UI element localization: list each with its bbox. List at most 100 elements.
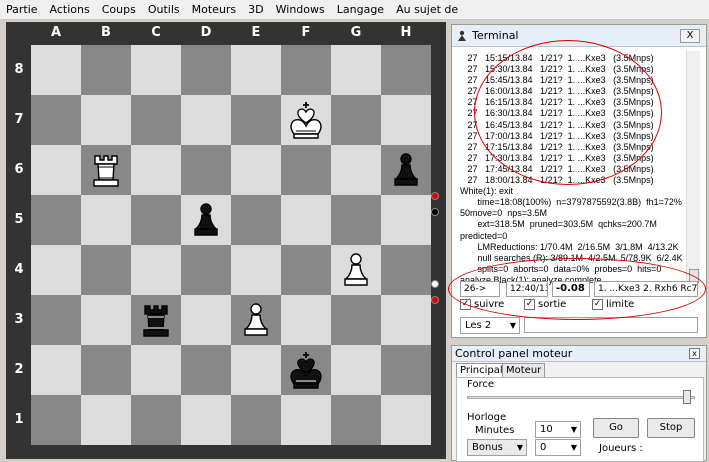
square-h6[interactable] <box>381 145 431 195</box>
square-b1[interactable] <box>81 395 131 445</box>
square-c7[interactable] <box>131 95 181 145</box>
square-c1[interactable] <box>131 395 181 445</box>
force-slider[interactable] <box>467 396 695 399</box>
square-g2[interactable] <box>331 345 381 395</box>
black-rook-icon[interactable] <box>134 298 178 342</box>
force-slider-thumb[interactable] <box>683 390 691 404</box>
square-f6[interactable] <box>281 145 331 195</box>
square-a6[interactable] <box>31 145 81 195</box>
square-a8[interactable] <box>31 45 81 95</box>
square-f5[interactable] <box>281 195 331 245</box>
square-c5[interactable] <box>131 195 181 245</box>
square-h3[interactable] <box>381 295 431 345</box>
square-g8[interactable] <box>331 45 381 95</box>
square-b7[interactable] <box>81 95 131 145</box>
menu-item-windows[interactable]: Windows <box>270 0 331 20</box>
square-d3[interactable] <box>181 295 231 345</box>
square-f4[interactable] <box>281 245 331 295</box>
bonus-select[interactable]: Bonus ▼ <box>467 439 527 456</box>
square-d4[interactable] <box>181 245 231 295</box>
minutes-select[interactable]: 10 ▼ <box>535 421 581 438</box>
chess-board[interactable] <box>31 45 431 445</box>
square-a5[interactable] <box>31 195 81 245</box>
square-d6[interactable] <box>181 145 231 195</box>
go-button[interactable]: Go <box>593 418 639 438</box>
square-c8[interactable] <box>131 45 181 95</box>
square-g6[interactable] <box>331 145 381 195</box>
black-pawn-icon[interactable] <box>384 148 428 192</box>
square-h2[interactable] <box>381 345 431 395</box>
square-a7[interactable] <box>31 95 81 145</box>
menu-item-actions[interactable]: Actions <box>44 0 96 20</box>
square-b6[interactable] <box>81 145 131 195</box>
square-e7[interactable] <box>231 95 281 145</box>
black-pawn-icon[interactable] <box>184 198 228 242</box>
square-e2[interactable] <box>231 345 281 395</box>
square-d5[interactable] <box>181 195 231 245</box>
white-king-icon[interactable] <box>284 98 328 142</box>
limite-checkbox[interactable]: ✓ limite <box>592 299 634 310</box>
log-line: 27 18:00/13.84 1/21? 1. ...Kxe3 (3.5Mnps… <box>460 175 654 186</box>
square-e6[interactable] <box>231 145 281 195</box>
square-d7[interactable] <box>181 95 231 145</box>
menu-item-partie[interactable]: Partie <box>0 0 44 20</box>
square-c4[interactable] <box>131 245 181 295</box>
square-d2[interactable] <box>181 345 231 395</box>
stop-button[interactable]: Stop <box>647 418 695 438</box>
command-input[interactable] <box>524 317 698 333</box>
square-f1[interactable] <box>281 395 331 445</box>
suivre-checkbox[interactable]: ✓ suivre <box>460 299 504 310</box>
file-label: H <box>400 25 412 40</box>
square-d1[interactable] <box>181 395 231 445</box>
square-a3[interactable] <box>31 295 81 345</box>
sortie-checkbox[interactable]: ✓ sortie <box>524 299 566 310</box>
square-c2[interactable] <box>131 345 181 395</box>
tab-moteur[interactable]: Moteur <box>502 363 546 377</box>
square-e8[interactable] <box>231 45 281 95</box>
square-h4[interactable] <box>381 245 431 295</box>
close-icon[interactable]: x <box>689 348 700 359</box>
menu-item-coups[interactable]: Coups <box>96 0 142 20</box>
black-king-icon[interactable] <box>284 348 328 392</box>
square-g4[interactable] <box>331 245 381 295</box>
square-f8[interactable] <box>281 45 331 95</box>
bonus-value-select[interactable]: 0 ▼ <box>535 439 581 456</box>
square-g7[interactable] <box>331 95 381 145</box>
square-g3[interactable] <box>331 295 381 345</box>
square-g5[interactable] <box>331 195 381 245</box>
square-g1[interactable] <box>331 395 381 445</box>
square-d8[interactable] <box>181 45 231 95</box>
white-pawn-icon[interactable] <box>334 248 378 292</box>
white-rook-icon[interactable] <box>84 148 128 192</box>
close-icon[interactable]: X <box>680 29 700 43</box>
square-h8[interactable] <box>381 45 431 95</box>
menu-item-3d[interactable]: 3D <box>242 0 269 20</box>
square-h5[interactable] <box>381 195 431 245</box>
square-h1[interactable] <box>381 395 431 445</box>
square-b8[interactable] <box>81 45 131 95</box>
square-b4[interactable] <box>81 245 131 295</box>
square-f2[interactable] <box>281 345 331 395</box>
white-pawn-icon[interactable] <box>234 298 278 342</box>
square-e4[interactable] <box>231 245 281 295</box>
square-e5[interactable] <box>231 195 281 245</box>
square-h7[interactable] <box>381 95 431 145</box>
square-b2[interactable] <box>81 345 131 395</box>
square-a1[interactable] <box>31 395 81 445</box>
terminal-scrollbar[interactable] <box>686 51 700 289</box>
lines-select[interactable]: Les 2 ▼ <box>460 317 520 334</box>
menu-item-au-sujet-de[interactable]: Au sujet de <box>390 0 464 20</box>
square-c3[interactable] <box>131 295 181 345</box>
square-e1[interactable] <box>231 395 281 445</box>
square-b5[interactable] <box>81 195 131 245</box>
square-e3[interactable] <box>231 295 281 345</box>
square-f3[interactable] <box>281 295 331 345</box>
square-b3[interactable] <box>81 295 131 345</box>
square-f7[interactable] <box>281 95 331 145</box>
square-a4[interactable] <box>31 245 81 295</box>
menu-item-langage[interactable]: Langage <box>331 0 390 20</box>
square-c6[interactable] <box>131 145 181 195</box>
menu-item-outils[interactable]: Outils <box>142 0 186 20</box>
square-a2[interactable] <box>31 345 81 395</box>
menu-item-moteurs[interactable]: Moteurs <box>186 0 243 20</box>
